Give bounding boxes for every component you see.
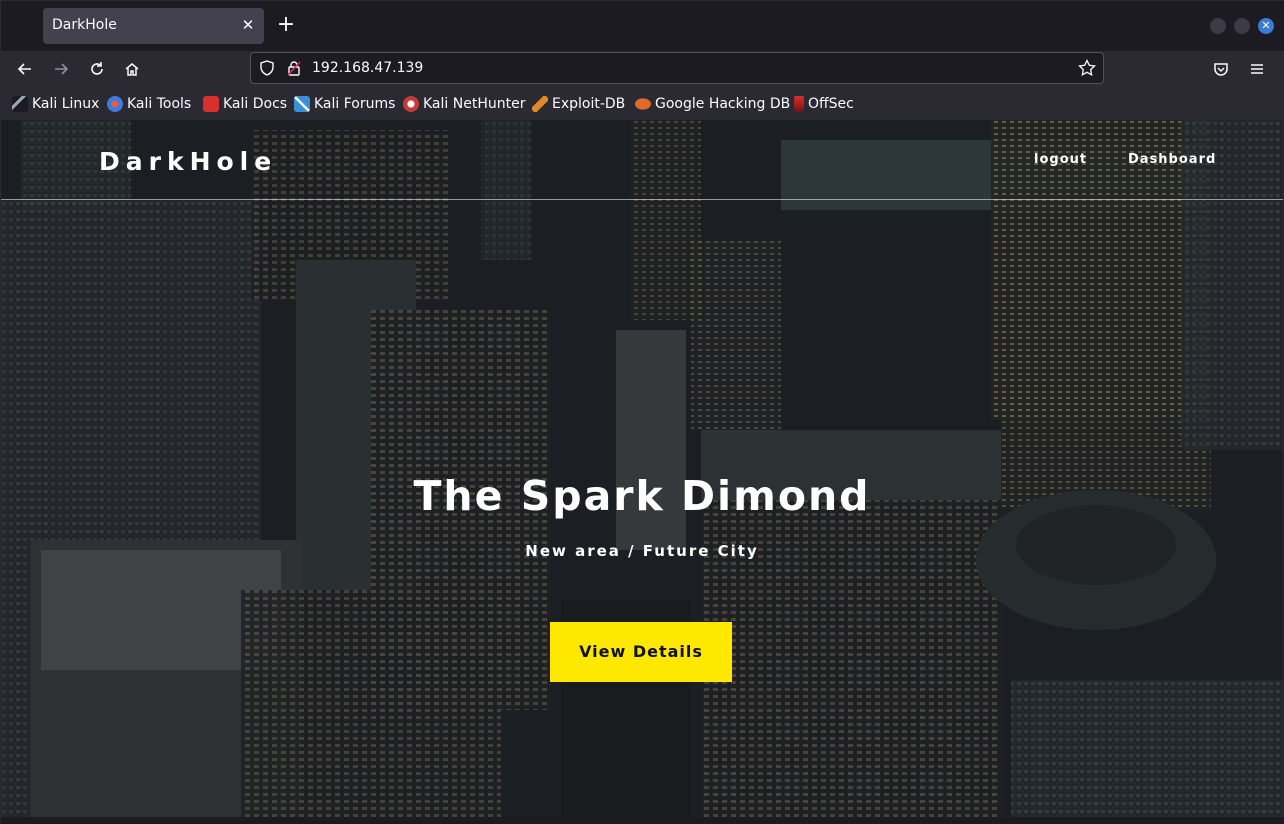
bookmark-kali-nethunter[interactable]: Kali NetHunter xyxy=(403,95,525,113)
close-window-button[interactable]: ✕ xyxy=(1258,18,1274,34)
offsec-icon xyxy=(794,96,804,112)
reload-icon[interactable] xyxy=(85,57,109,81)
forward-arrow-icon[interactable] xyxy=(49,57,73,81)
kali-tools-icon xyxy=(107,96,123,112)
bookmark-label: Exploit-DB xyxy=(552,96,626,112)
bookmark-kali-tools[interactable]: Kali Tools xyxy=(107,95,191,113)
bookmark-label: Google Hacking DB xyxy=(655,96,791,112)
hero-title: The Spark Dimond xyxy=(413,472,871,520)
close-tab-icon[interactable]: ✕ xyxy=(239,16,257,34)
maximize-window-button[interactable] xyxy=(1234,18,1250,34)
bookmarks-toolbar: Kali Linux Kali Tools Kali Docs Kali For… xyxy=(1,87,1284,120)
home-icon[interactable] xyxy=(120,57,144,81)
tracking-protection-shield-icon[interactable] xyxy=(259,60,275,80)
bookmark-label: Kali Linux xyxy=(32,96,100,112)
new-tab-plus-icon[interactable]: + xyxy=(274,13,298,37)
page-viewport: DarkHole logout Dashboard The Spark Dimo… xyxy=(1,120,1283,817)
bookmark-label: Kali Tools xyxy=(127,96,192,112)
hero-subtitle: New area / Future City xyxy=(525,542,759,560)
view-details-button[interactable]: View Details xyxy=(550,622,732,682)
bookmark-kali-linux[interactable]: Kali Linux xyxy=(12,95,99,113)
minimize-window-button[interactable] xyxy=(1210,18,1226,34)
exploit-db-icon xyxy=(532,96,548,112)
bookmark-label: Kali Docs xyxy=(223,96,288,112)
bookmark-kali-forums[interactable]: Kali Forums xyxy=(294,95,395,113)
bookmark-offsec[interactable]: OffSec xyxy=(794,95,854,113)
bookmark-label: Kali Forums xyxy=(314,96,396,112)
kali-dragon-icon xyxy=(12,96,28,112)
kali-forums-icon xyxy=(294,96,310,112)
pocket-icon[interactable] xyxy=(1209,57,1233,81)
bookmark-exploit-db[interactable]: Exploit-DB xyxy=(532,95,625,113)
bookmark-label: OffSec xyxy=(808,96,854,112)
ghdb-icon xyxy=(635,98,651,110)
header-divider xyxy=(1,199,1283,200)
bookmark-google-hacking-db[interactable]: Google Hacking DB xyxy=(635,95,790,113)
navigation-toolbar: 192.168.47.139 xyxy=(1,51,1284,87)
back-arrow-icon[interactable] xyxy=(13,57,37,81)
browser-window: DarkHole ✕ + ✕ 192.168.47.139 Kali Linux… xyxy=(0,0,1284,824)
dashboard-link[interactable]: Dashboard xyxy=(1128,152,1216,167)
insecure-lock-icon[interactable] xyxy=(286,60,302,80)
kali-nethunter-icon xyxy=(403,96,419,112)
url-text[interactable]: 192.168.47.139 xyxy=(312,60,423,76)
menu-hamburger-icon[interactable] xyxy=(1245,57,1269,81)
bookmark-kali-docs[interactable]: Kali Docs xyxy=(203,95,287,113)
url-bar[interactable]: 192.168.47.139 xyxy=(250,52,1104,84)
city-background-image xyxy=(1,120,1283,817)
tab-strip: DarkHole ✕ + ✕ xyxy=(1,1,1284,51)
tab-darkhole[interactable]: DarkHole ✕ xyxy=(43,8,264,44)
tab-title: DarkHole xyxy=(52,17,117,33)
bookmark-label: Kali NetHunter xyxy=(423,96,526,112)
site-logo[interactable]: DarkHole xyxy=(99,147,277,176)
bookmark-star-icon[interactable] xyxy=(1078,58,1096,81)
logout-link[interactable]: logout xyxy=(1034,152,1087,167)
kali-docs-icon xyxy=(203,96,219,112)
